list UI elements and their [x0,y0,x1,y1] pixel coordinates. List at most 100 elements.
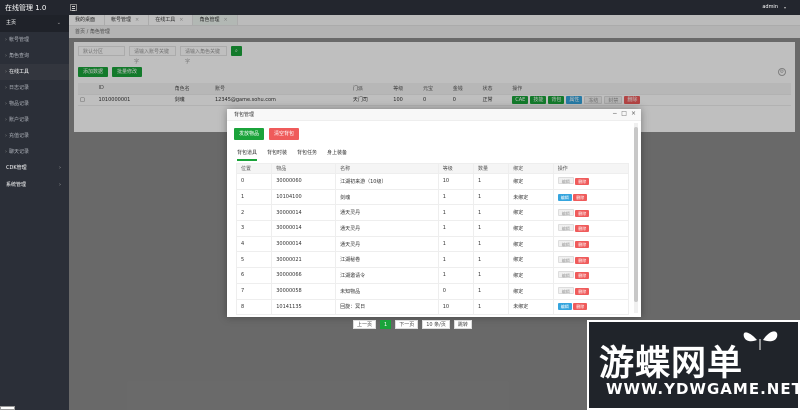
page-size-select[interactable]: 10 条/页 [422,320,450,329]
table-cell: 1 [437,204,474,222]
table-cell: 通天灵丹 [335,204,439,222]
edit-button[interactable]: 编辑 [557,224,574,232]
tab-bag-items[interactable]: 背包道具 [237,149,258,161]
table-cell: 10 [437,298,474,316]
home-label: 主页 [6,20,17,26]
edit-button[interactable]: 编辑 [557,287,574,295]
menu-toggle-icon[interactable] [70,4,77,11]
watermark-url: WWW.YDWGAME.NET [606,380,800,398]
tab-bag-fashion[interactable]: 背包时装 [267,149,287,161]
table-row: 2 30000014 通天灵丹 1 1 绑定 编辑 删除 [235,204,630,222]
table-row: 5 30000021 江湖秘卷 1 1 绑定 编辑 删除 [235,251,630,269]
delete-button[interactable]: 删除 [573,193,588,201]
sidebar-item-account[interactable]: 帐号管理 [0,32,69,48]
clear-bag-button[interactable]: 清空背包 [269,128,300,140]
table-cell: 8 [235,298,273,316]
butterfly-icon [743,331,778,350]
table-cell: 1 [472,204,510,222]
modal-title: 背包管理 [227,109,641,121]
table-cell: 1 [472,188,510,206]
scrollbar-thumb[interactable] [634,127,638,302]
table-cell: 10141135 [271,298,337,316]
chevron-down-icon[interactable]: ▾ [784,5,786,10]
edit-button[interactable]: 编辑 [557,208,574,216]
table-cell: 1 [472,267,510,284]
delete-button[interactable]: 删除 [575,209,590,217]
maximize-icon[interactable]: □ [621,110,627,117]
table-cell: 绑定 [508,282,554,300]
watermark-title: 游蝶网单 [599,344,744,384]
table-cell: 30000021 [271,251,337,269]
page-number-button[interactable]: 1 [380,320,392,329]
operation-cell: 编辑 删除 [552,173,630,190]
delete-button[interactable]: 删除 [573,303,588,311]
table-header: 物品 [271,163,337,174]
top-bar: 在线管理 1.0 admin ▾ [0,0,800,15]
sidebar-item-chat-log[interactable]: 聊天记录 [0,144,69,160]
bag-table: 位置 物品 名称 等级 数量 绑定 操作 0 30000060 江湖初来游（10级）… [235,163,630,316]
next-page-button[interactable]: 下一页 [395,320,419,329]
table-cell: 4 [235,235,273,253]
bag-management-modal: 背包管理 − □ × 发放物品 清空背包 背包道具 背包时装 背包任务 身上装备… [227,109,641,329]
edit-button[interactable]: 编辑 [557,271,574,279]
sidebar-group-system[interactable]: 系统管理 › [0,177,69,194]
operation-cell: 编辑 删除 [552,282,630,300]
delete-button[interactable]: 删除 [575,256,590,264]
sidebar-item-online-tools[interactable]: 在线工具 [0,64,69,80]
chevron-right-icon: › [59,182,61,188]
sidebar-item-item-log[interactable]: 物品记录 [0,96,69,112]
delete-button[interactable]: 删除 [575,241,590,249]
edit-button[interactable]: 编辑 [557,177,574,185]
tab-bag-tasks[interactable]: 背包任务 [297,149,317,161]
table-cell: 未绑定 [508,298,554,316]
edit-button[interactable]: 编辑 [557,255,574,263]
sidebar-group-cdk[interactable]: CDK管理 › [0,160,69,177]
delete-button[interactable]: 删除 [575,288,590,296]
pagination: 上一页 1 下一页 10 条/页 跳转 [353,320,472,329]
table-row: 3 30000014 通天灵丹 1 1 绑定 编辑 删除 [235,220,630,237]
tab-equipment[interactable]: 身上装备 [327,149,347,161]
table-cell: 1 [437,267,474,284]
table-header: 等级 [437,163,474,174]
operation-cell: 编辑 删除 [552,298,630,316]
jump-button[interactable]: 跳转 [453,320,472,329]
close-icon[interactable]: × [631,110,636,117]
minimize-icon[interactable]: − [612,110,617,117]
sidebar: 主页 ⌄ 帐号管理 角色查询 在线工具 日志记录 物品记录 账户记录 充值记录 聊… [0,15,69,410]
operation-cell: 编辑 删除 [552,220,630,237]
delete-button[interactable]: 删除 [575,272,590,280]
table-header: 绑定 [508,163,554,174]
table-cell: 1 [235,188,273,206]
modal-tools: − □ × [612,110,636,117]
table-cell: 2 [235,204,273,222]
sidebar-item-role[interactable]: 角色查询 [0,48,69,64]
table-cell: 30000066 [271,267,337,284]
table-cell: 江湖邀请令 [335,267,439,284]
app-title: 在线管理 1.0 [5,4,47,12]
edit-button[interactable]: 编辑 [557,303,572,311]
table-cell: 7 [235,282,273,300]
delete-button[interactable]: 删除 [575,178,590,186]
sidebar-item-account-log[interactable]: 账户记录 [0,112,69,128]
table-cell: 30000058 [271,282,337,300]
add-item-button[interactable]: 发放物品 [234,128,265,140]
table-cell: 5 [235,251,273,269]
table-cell: 6 [235,267,273,284]
table-header: 操作 [552,163,630,174]
table-cell: 30000014 [271,235,337,253]
user-menu[interactable]: admin [762,4,778,10]
sidebar-item-log[interactable]: 日志记录 [0,80,69,96]
table-row: 8 10141135 回旋：冥日 10 1 未绑定 编辑 删除 [235,298,630,316]
delete-button[interactable]: 删除 [575,225,590,233]
status-bar-tab [0,406,15,410]
prev-page-button[interactable]: 上一页 [353,320,377,329]
chevron-down-icon: ⌄ [56,20,61,26]
edit-button[interactable]: 编辑 [557,240,574,248]
table-cell: 未知物品 [335,282,439,300]
sidebar-group-home[interactable]: 主页 ⌄ [0,15,69,32]
table-cell: 江湖秘卷 [335,251,439,269]
table-cell: 绑定 [508,267,554,284]
sidebar-item-recharge-log[interactable]: 充值记录 [0,128,69,144]
table-cell: 30000014 [271,204,337,222]
edit-button[interactable]: 编辑 [557,193,572,201]
